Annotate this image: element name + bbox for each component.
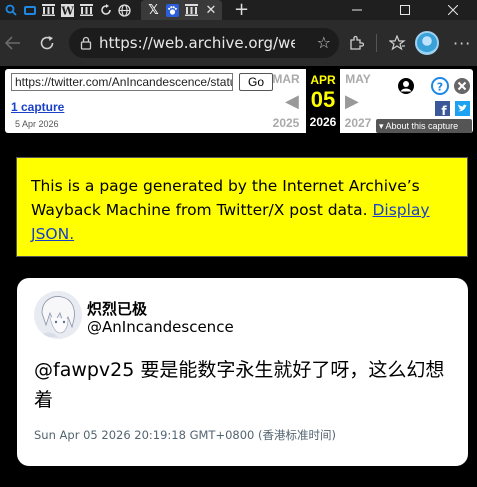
tweet-handle[interactable]: @AnIncandescence [87, 318, 234, 336]
help-icon[interactable]: ? [431, 77, 449, 95]
current-month: APR [310, 73, 336, 87]
tab-wiki[interactable]: W [59, 2, 76, 18]
current-day: 05 [310, 87, 336, 112]
account-icon[interactable] [397, 77, 415, 95]
tweet-card: 炽烈已极 @AnIncandescence @fawpv25 要是能数字永生就好… [17, 278, 468, 466]
maximize-icon [400, 5, 410, 15]
separator [376, 34, 377, 52]
tab-archive-1[interactable] [40, 2, 57, 18]
close-icon [448, 5, 458, 15]
archive-icon [183, 2, 200, 18]
next-month: MAY [345, 72, 371, 86]
tab-globe[interactable] [116, 2, 133, 18]
sync-icon [100, 4, 111, 15]
more-menu-icon[interactable]: ··· [453, 34, 471, 53]
prev-month: MAR [272, 72, 300, 86]
next-year: 2027 [344, 116, 372, 130]
calendar-current: APR 05 2026 [306, 69, 340, 133]
url-text[interactable]: https://web.archive.org/web/2... [99, 34, 295, 52]
tweet-timestamp: Sun Apr 05 2026 20:19:18 GMT+0800 (香港标准时… [34, 428, 336, 442]
twitter-icon[interactable] [455, 101, 470, 116]
favorite-star-icon[interactable]: ☆ [317, 33, 331, 52]
tweet-display-name[interactable]: 炽烈已极 [87, 298, 147, 319]
captures-link[interactable]: 1 capture [11, 100, 64, 114]
tab-archive-2[interactable] [78, 2, 95, 18]
current-year: 2026 [309, 115, 337, 129]
back-button[interactable] [0, 30, 26, 56]
svg-text:?: ? [437, 81, 443, 94]
go-button[interactable]: Go [239, 73, 273, 91]
wayback-url-input[interactable]: https://twitter.com/AnIncandescence/stat… [11, 73, 233, 91]
reload-icon [40, 36, 54, 50]
paw-icon [164, 2, 181, 18]
close-toolbar-icon[interactable] [453, 77, 471, 95]
facebook-icon[interactable]: f [435, 101, 450, 116]
globe-icon [118, 3, 131, 17]
window-controls [333, 0, 477, 20]
tab-tv[interactable] [21, 2, 38, 18]
about-capture-label: About this capture [385, 121, 459, 131]
maximize-button[interactable] [381, 0, 429, 20]
calendar-next[interactable]: MAY 2027 [341, 69, 375, 133]
favorites-icon[interactable] [385, 35, 409, 51]
site-info-icon[interactable] [79, 36, 93, 50]
tweet-text: @fawpv25 要是能数字永生就好了呀，这么幻想着 [34, 359, 445, 411]
svg-text:f: f [441, 104, 447, 116]
extensions-icon[interactable] [344, 35, 368, 51]
archive-icon [42, 4, 55, 16]
reload-button[interactable] [34, 30, 60, 56]
archive-notice: This is a page generated by the Internet… [16, 157, 468, 257]
prev-year: 2025 [272, 116, 300, 130]
x-icon: 𝕏 [148, 2, 159, 18]
tab-search[interactable] [2, 2, 19, 18]
tweet-avatar[interactable] [34, 291, 82, 339]
tab-sync[interactable] [97, 2, 114, 18]
tab-close-icon[interactable]: ✕ [204, 3, 218, 18]
url-bar[interactable]: https://web.archive.org/web/2... ☆ [69, 28, 339, 58]
prev-arrow-icon[interactable]: ◀ [285, 91, 299, 112]
pinned-tabs: W [0, 0, 135, 20]
new-tab-button[interactable]: + [234, 0, 249, 20]
archive-icon [80, 4, 93, 16]
minimize-button[interactable] [333, 0, 381, 20]
close-window-button[interactable] [429, 0, 477, 20]
wayback-toolbar: https://twitter.com/AnIncandescence/stat… [0, 66, 477, 136]
tv-icon [23, 6, 36, 15]
address-toolbar: https://web.archive.org/web/2... ☆ ··· [0, 20, 477, 66]
w-icon: W [61, 3, 74, 17]
minimize-icon [352, 9, 362, 11]
search-icon [5, 4, 17, 16]
about-capture-button[interactable]: ▾ About this capture [376, 119, 472, 133]
profile-avatar[interactable] [415, 31, 439, 55]
capture-date: 5 Apr 2026 [15, 119, 59, 129]
tab-active-group[interactable]: 𝕏 ✕ [141, 0, 222, 20]
back-arrow-icon [5, 36, 20, 50]
notice-text: This is a page generated by the Internet… [31, 177, 420, 219]
wayback-panel: https://twitter.com/AnIncandescence/stat… [5, 69, 473, 133]
browser-tab-strip: W 𝕏 ✕ + [0, 0, 477, 20]
svg-text:W: W [61, 4, 74, 17]
toolbar-right: ··· [344, 28, 471, 58]
